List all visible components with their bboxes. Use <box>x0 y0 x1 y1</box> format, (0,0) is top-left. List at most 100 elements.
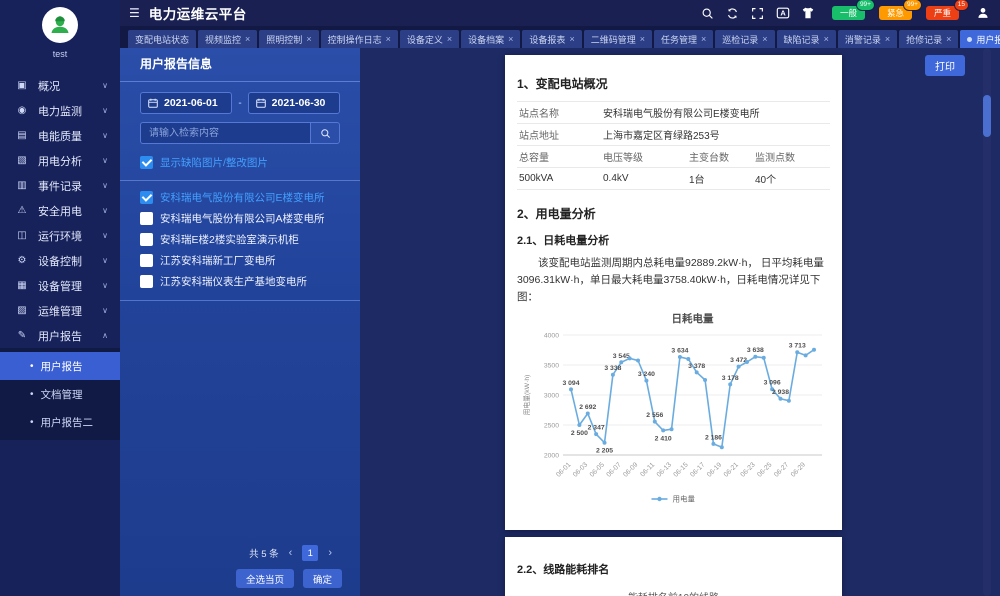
tab-label: 抢修记录 <box>906 33 942 46</box>
tab[interactable]: 设备报表 × <box>522 30 581 48</box>
tab[interactable]: 变配电站状态 <box>128 30 196 48</box>
tab[interactable]: 消警记录× <box>838 30 897 48</box>
alarm-badge[interactable]: 严重15 <box>926 6 959 20</box>
theme-skin-icon[interactable] <box>801 6 815 20</box>
next-page-icon[interactable]: › <box>328 547 332 559</box>
sidebar-item[interactable]: ▣概况∨ <box>0 73 120 98</box>
topbar-icons: A 一般99+ 紧急99+ 严重15 <box>701 6 1000 20</box>
search-button[interactable] <box>310 122 340 144</box>
report-info-panel: 用户报告信息 2021-06-01 - 2021-06-30 显示缺陷图片/整改… <box>120 48 360 596</box>
sidebar-subitem[interactable]: •用户报告 <box>0 352 120 380</box>
print-button[interactable]: 打印 <box>925 55 965 76</box>
search-icon <box>320 128 331 139</box>
confirm-button[interactable]: 确定 <box>303 569 342 588</box>
close-tab-icon[interactable]: × <box>386 34 391 44</box>
menu-toggle-icon[interactable]: ☰ <box>129 6 140 20</box>
tab[interactable]: 用户报告× <box>960 30 1000 48</box>
close-tab-icon[interactable]: × <box>701 34 706 44</box>
checkbox-unchecked-icon <box>140 233 153 246</box>
sidebar-item[interactable]: ▥事件记录∨ <box>0 173 120 198</box>
sidebar-item[interactable]: ◉电力监测∨ <box>0 98 120 123</box>
station-checkbox-row[interactable]: 江苏安科瑞新工厂变电所 <box>140 250 340 271</box>
chevron-down-icon: ∨ <box>102 206 108 215</box>
ranking-caption: 能耗排名前10的线路 <box>517 589 830 596</box>
close-tab-icon[interactable]: × <box>245 34 250 44</box>
sidebar-item[interactable]: ▤电能质量∨ <box>0 123 120 148</box>
sidebar-item-icon: ⚙ <box>14 255 30 266</box>
pagination: 共 5 条 ‹ 1 › <box>120 545 360 561</box>
svg-text:2 692: 2 692 <box>579 404 596 411</box>
table-value-cell: 0.4kV <box>603 173 689 184</box>
search-input[interactable] <box>140 122 310 144</box>
sidebar-item-icon: ▧ <box>14 155 30 166</box>
close-tab-icon[interactable]: × <box>885 34 890 44</box>
svg-text:3 338: 3 338 <box>604 365 621 372</box>
close-tab-icon[interactable]: × <box>762 34 767 44</box>
date-to-input[interactable]: 2021-06-30 <box>248 92 340 114</box>
sidebar-item[interactable]: ▧用电分析∨ <box>0 148 120 173</box>
scrollbar-thumb[interactable] <box>983 95 991 137</box>
tab[interactable]: 照明控制 × <box>259 30 318 48</box>
tab[interactable]: 设备档案× <box>461 30 520 48</box>
svg-text:06-21: 06-21 <box>723 461 740 478</box>
panel-actions: 全选当页 确定 <box>120 569 360 588</box>
checkbox-checked-icon <box>140 156 153 169</box>
user-icon[interactable] <box>976 6 990 20</box>
svg-text:2500: 2500 <box>544 422 559 429</box>
station-checkbox-row[interactable]: 安科瑞电气股份有限公司E楼变电所 <box>140 187 340 208</box>
svg-text:3 178: 3 178 <box>722 375 739 382</box>
select-all-page-button[interactable]: 全选当页 <box>236 569 294 588</box>
calendar-icon <box>256 98 266 108</box>
sidebar-item[interactable]: ◫运行环境∨ <box>0 223 120 248</box>
close-tab-icon[interactable]: × <box>569 34 574 44</box>
alarm-badge[interactable]: 一般99+ <box>832 6 865 20</box>
refresh-icon[interactable] <box>726 6 740 20</box>
tab[interactable]: 缺陷记录× <box>777 30 836 48</box>
svg-text:4000: 4000 <box>544 332 559 339</box>
tab[interactable]: 抢修记录 × <box>899 30 958 48</box>
sidebar-item[interactable]: ⚠安全用电∨ <box>0 198 120 223</box>
tab[interactable]: 控制操作日志× <box>321 30 398 48</box>
sidebar-item-icon: ▣ <box>14 80 30 91</box>
sidebar-item[interactable]: ▨运维管理∨ <box>0 298 120 323</box>
tab[interactable]: 巡检记录× <box>715 30 774 48</box>
close-tab-icon[interactable]: × <box>447 34 452 44</box>
fullscreen-icon[interactable] <box>751 6 765 20</box>
date-from-input[interactable]: 2021-06-01 <box>140 92 232 114</box>
sidebar-item-icon: ▥ <box>14 180 30 191</box>
close-tab-icon[interactable]: × <box>306 34 311 44</box>
station-checkbox-row[interactable]: 安科瑞电气股份有限公司A楼变电所 <box>140 208 340 229</box>
sidebar-item[interactable]: ✎用户报告∧ <box>0 323 120 348</box>
alarm-badge[interactable]: 紧急99+ <box>879 6 912 20</box>
bullet-icon: • <box>30 389 34 400</box>
tab-label: 设备报表 <box>529 33 565 46</box>
search-icon[interactable] <box>701 6 715 20</box>
user-avatar[interactable] <box>42 7 78 43</box>
sidebar-item-label: 事件记录 <box>38 178 102 194</box>
sidebar-item[interactable]: ⚙设备控制∨ <box>0 248 120 273</box>
table-value-cell: 500kVA <box>519 173 603 184</box>
tab[interactable]: 二维码管理× <box>584 30 652 48</box>
tab[interactable]: 任务管理× <box>654 30 713 48</box>
sidebar-item[interactable]: ▦设备管理∨ <box>0 273 120 298</box>
prev-page-icon[interactable]: ‹ <box>289 547 293 559</box>
close-tab-icon[interactable]: × <box>824 34 829 44</box>
station-checkbox-row[interactable]: 安科瑞E楼2楼实验室演示机柜 <box>140 229 340 250</box>
svg-text:A: A <box>780 9 786 18</box>
tab[interactable]: 视频监控× <box>198 30 257 48</box>
translate-icon[interactable]: A <box>776 6 790 20</box>
tab-label: 照明控制 <box>266 33 302 46</box>
svg-text:2 556: 2 556 <box>646 412 663 419</box>
sidebar-subitem[interactable]: •文档管理 <box>0 380 120 408</box>
show-images-checkbox[interactable]: 显示缺陷图片/整改图片 <box>140 154 340 170</box>
svg-text:06-17: 06-17 <box>689 461 706 478</box>
close-tab-icon[interactable]: × <box>508 34 513 44</box>
tab[interactable]: 设备定义× <box>400 30 459 48</box>
page-number[interactable]: 1 <box>302 545 318 561</box>
close-tab-icon[interactable]: × <box>946 34 951 44</box>
station-list: 安科瑞电气股份有限公司E楼变电所安科瑞电气股份有限公司A楼变电所安科瑞E楼2楼实… <box>120 187 360 292</box>
tab-bar: 变配电站状态视频监控×照明控制×控制操作日志×设备定义×设备档案×设备报表×二维… <box>120 26 1000 48</box>
sidebar-subitem[interactable]: •用户报告二 <box>0 408 120 436</box>
station-checkbox-row[interactable]: 江苏安科瑞仪表生产基地变电所 <box>140 271 340 292</box>
close-tab-icon[interactable]: × <box>640 34 645 44</box>
